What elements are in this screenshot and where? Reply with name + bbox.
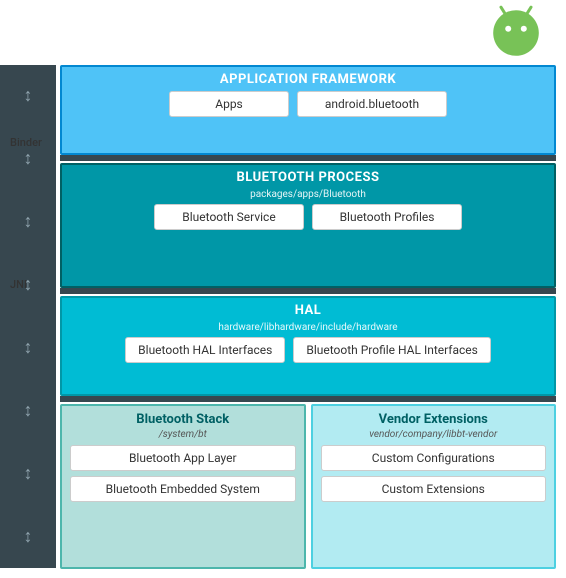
bt-process-boxes: Bluetooth Service Bluetooth Profiles: [62, 204, 554, 230]
custom-extensions-box: Custom Extensions: [321, 476, 547, 502]
arrow-icon-1: ↕: [24, 87, 33, 105]
bt-stack-title: Bluetooth Stack: [62, 406, 304, 429]
vendor-ext-title: Vendor Extensions: [313, 406, 555, 429]
bt-process-title: BLUETOOTH PROCESS: [62, 165, 554, 189]
bt-profile-hal-interfaces-box: Bluetooth Profile HAL Interfaces: [293, 337, 490, 363]
diagram-container: ↕ ↕ ↕ ↕ ↕ ↕ ↕ ↕ Binder JNI APPLICATION F…: [0, 0, 566, 578]
app-framework-title: APPLICATION FRAMEWORK: [62, 67, 554, 91]
bluetooth-profiles-box: Bluetooth Profiles: [312, 204, 462, 230]
custom-configurations-box: Custom Configurations: [321, 445, 547, 471]
bluetooth-service-box: Bluetooth Service: [154, 204, 304, 230]
hal-title: HAL: [62, 298, 554, 322]
bt-embedded-system-box: Bluetooth Embedded System: [70, 476, 296, 502]
arrow-icon-8: ↕: [24, 528, 33, 546]
divider-3: [60, 396, 556, 402]
arrow-icon-3: ↕: [24, 213, 33, 231]
vendor-ext-subtitle: vendor/company/libbt-vendor: [313, 429, 555, 440]
hal-section: HAL hardware/libhardware/include/hardwar…: [60, 296, 556, 396]
jni-label: JNI: [10, 278, 27, 291]
bt-stack-subtitle: /system/bt: [62, 429, 304, 440]
bt-process-section: BLUETOOTH PROCESS packages/apps/Bluetoot…: [60, 163, 556, 288]
vendor-ext-section: Vendor Extensions vendor/company/libbt-v…: [311, 404, 557, 569]
bt-stack-section: Bluetooth Stack /system/bt Bluetooth App…: [60, 404, 306, 569]
apps-box: Apps: [169, 91, 289, 117]
hal-subtitle: hardware/libhardware/include/hardware: [62, 322, 554, 333]
arrow-icon-7: ↕: [24, 465, 33, 483]
bt-process-subtitle: packages/apps/Bluetooth: [62, 189, 554, 200]
app-framework-boxes: Apps android.bluetooth: [62, 91, 554, 117]
bt-hal-interfaces-box: Bluetooth HAL Interfaces: [125, 337, 285, 363]
arrow-icon-5: ↕: [24, 339, 33, 357]
arrow-icon-2: ↕: [24, 150, 33, 168]
divider-1: [60, 155, 556, 161]
android-bluetooth-box: android.bluetooth: [297, 91, 447, 117]
bottom-row: Bluetooth Stack /system/bt Bluetooth App…: [60, 404, 556, 569]
app-framework-section: APPLICATION FRAMEWORK Apps android.bluet…: [60, 65, 556, 155]
divider-2: [60, 288, 556, 294]
android-icon: [486, 0, 546, 60]
arrow-icon-6: ↕: [24, 402, 33, 420]
binder-label: Binder: [10, 136, 42, 149]
hal-boxes: Bluetooth HAL Interfaces Bluetooth Profi…: [62, 337, 554, 363]
bt-app-layer-box: Bluetooth App Layer: [70, 445, 296, 471]
